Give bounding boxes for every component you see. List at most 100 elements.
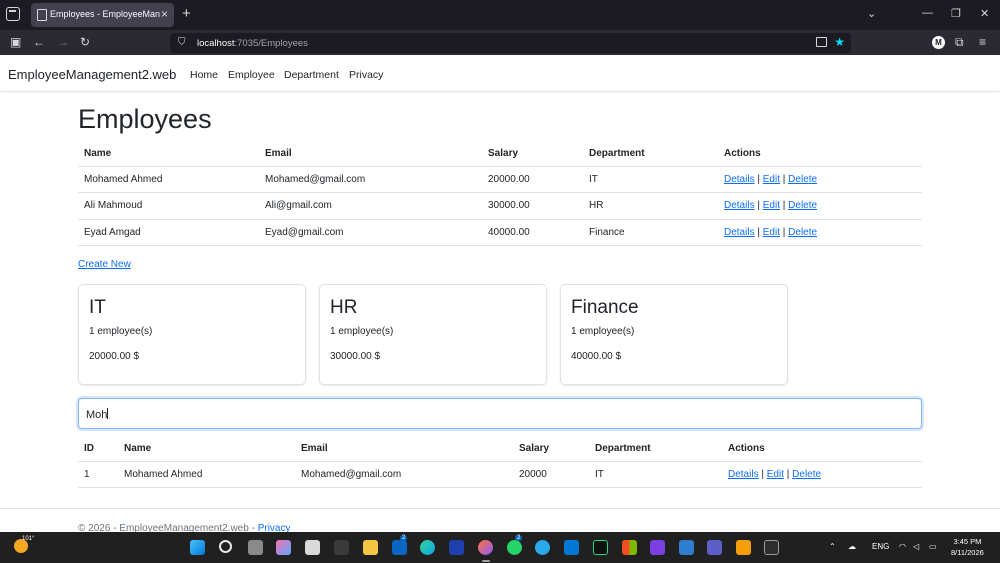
linkedin-icon[interactable] <box>392 540 407 555</box>
wifi-icon[interactable]: ◠ <box>899 542 906 551</box>
department-salary: 20000.00 $ <box>89 351 140 362</box>
database-icon[interactable] <box>679 540 694 555</box>
site-info-icon[interactable]: ⛉ <box>178 37 186 48</box>
details-link[interactable]: Details <box>728 469 759 480</box>
vscode-icon[interactable] <box>564 540 579 555</box>
clock-time: 3:45 PM <box>953 537 982 546</box>
create-new-link[interactable]: Create New <box>78 259 131 270</box>
weather-temp: 101° <box>22 536 35 542</box>
delete-link[interactable]: Delete <box>792 469 821 480</box>
whatsapp-icon[interactable] <box>507 540 522 555</box>
result-department: IT <box>589 461 722 488</box>
forward-icon[interactable]: → <box>57 35 69 49</box>
minimize-icon[interactable]: — <box>922 7 933 19</box>
browser-tab[interactable]: Employees - EmployeeManagement2.web × <box>31 3 174 27</box>
footer-privacy-link[interactable]: Privacy <box>258 523 291 532</box>
close-tab-icon[interactable]: × <box>161 7 168 21</box>
new-tab-icon[interactable]: + <box>182 5 191 22</box>
edit-link[interactable]: Edit <box>763 200 780 211</box>
col-header: Email <box>259 141 482 167</box>
search-input[interactable]: Moh <box>78 398 922 429</box>
telegram-icon[interactable] <box>535 540 550 555</box>
tray-chevron-icon[interactable]: ⌃ <box>829 542 836 551</box>
separator: | <box>757 173 760 185</box>
cloud-icon[interactable]: ☁ <box>848 542 856 551</box>
reload-icon[interactable]: ↻ <box>80 35 90 49</box>
extensions-icon[interactable]: ⧉ <box>955 35 964 50</box>
details-link[interactable]: Details <box>724 200 755 211</box>
search-icon[interactable] <box>219 540 232 553</box>
employee-email: Eyad@gmail.com <box>259 219 482 246</box>
copilot-icon[interactable] <box>276 540 291 555</box>
delete-link[interactable]: Delete <box>788 174 817 185</box>
department-card: IT 1 employee(s) 20000.00 $ <box>78 284 306 385</box>
search-value: Moh <box>86 409 108 421</box>
brand-link[interactable]: EmployeeManagement2.web <box>8 67 176 82</box>
col-header: Actions <box>718 141 922 167</box>
notepad-icon[interactable] <box>334 540 349 555</box>
row-actions: Details | Edit | Delete <box>718 219 922 246</box>
sidebar-icon[interactable]: ▣ <box>10 35 21 49</box>
employee-count: 1 employee(s) <box>89 326 153 337</box>
tab-list-chevron-icon[interactable]: ⌄ <box>867 7 876 20</box>
store-icon[interactable] <box>305 540 320 555</box>
volume-icon[interactable]: ◁ <box>913 542 919 551</box>
address-bar[interactable]: ⛉ localhost:7035/Employees ★ <box>170 33 851 53</box>
close-window-icon[interactable]: ✕ <box>980 7 989 20</box>
nav-department[interactable]: Department <box>284 69 339 81</box>
details-link[interactable]: Details <box>724 227 755 238</box>
details-link[interactable]: Details <box>724 174 755 185</box>
employee-email: Ali@gmail.com <box>259 192 482 220</box>
employee-name: Mohamed Ahmed <box>78 166 259 193</box>
delete-link[interactable]: Delete <box>788 200 817 211</box>
restore-icon[interactable]: ❐ <box>951 7 961 20</box>
col-header: Salary <box>513 436 589 462</box>
edge-icon[interactable] <box>420 540 435 555</box>
nav-home[interactable]: Home <box>190 69 218 81</box>
department-card: HR 1 employee(s) 30000.00 $ <box>319 284 547 385</box>
menu-icon[interactable]: ≡ <box>979 35 986 49</box>
employee-email: Mohamed@gmail.com <box>259 166 482 193</box>
language-indicator[interactable]: ENG <box>872 542 889 551</box>
url-text: localhost:7035/Employees <box>197 38 308 49</box>
department-name: IT <box>89 297 106 318</box>
employee-name: Eyad Amgad <box>78 219 259 246</box>
firefox-icon[interactable] <box>478 540 493 555</box>
ms-apps-icon[interactable] <box>622 540 637 555</box>
employee-count: 1 employee(s) <box>330 326 394 337</box>
table-row: Ali Mahmoud Ali@gmail.com 30000.00 HR De… <box>78 192 922 220</box>
edit-link[interactable]: Edit <box>763 227 780 238</box>
text-caret <box>107 408 109 419</box>
back-icon[interactable]: ← <box>33 35 45 49</box>
start-icon[interactable] <box>190 540 205 555</box>
url-path: :7035/Employees <box>234 38 308 49</box>
account-avatar[interactable]: M <box>932 36 945 49</box>
footer-text: © 2026 - EmployeeManagement2.web - <box>78 523 258 532</box>
delete-link[interactable]: Delete <box>788 227 817 238</box>
clock[interactable]: 3:45 PM 8/11/2026 <box>951 536 984 558</box>
visual-studio-icon[interactable] <box>650 540 665 555</box>
row-actions: Details | Edit | Delete <box>718 166 922 193</box>
footer: © 2026 - EmployeeManagement2.web - Priva… <box>78 523 290 532</box>
edit-link[interactable]: Edit <box>763 174 780 185</box>
edit-link[interactable]: Edit <box>767 469 784 480</box>
nav-employee[interactable]: Employee <box>228 69 275 81</box>
pycharm-icon[interactable] <box>593 540 608 555</box>
tab-overview-icon[interactable] <box>6 7 20 21</box>
teams-icon[interactable] <box>707 540 722 555</box>
task-view-icon[interactable] <box>248 540 263 555</box>
table-row: Mohamed Ahmed Mohamed@gmail.com 20000.00… <box>78 166 922 193</box>
bookmark-star-icon[interactable]: ★ <box>834 35 845 49</box>
employee-department: Finance <box>583 219 718 246</box>
file-explorer-icon[interactable] <box>363 540 378 555</box>
battery-icon[interactable]: ▭ <box>929 542 937 551</box>
terminal-icon[interactable] <box>764 540 779 555</box>
separator: | <box>757 226 760 238</box>
department-card: Finance 1 employee(s) 40000.00 $ <box>560 284 788 385</box>
col-header: Salary <box>482 141 583 167</box>
taskbar: 101° 2 2 ⌃ ☁ ENG ◠ ◁ ▭ 3:45 PM 8/11/2026 <box>0 532 1000 563</box>
nav-privacy[interactable]: Privacy <box>349 69 383 81</box>
photos-icon[interactable] <box>449 540 464 555</box>
app-icon[interactable] <box>736 540 751 555</box>
reader-view-icon[interactable] <box>816 37 827 47</box>
